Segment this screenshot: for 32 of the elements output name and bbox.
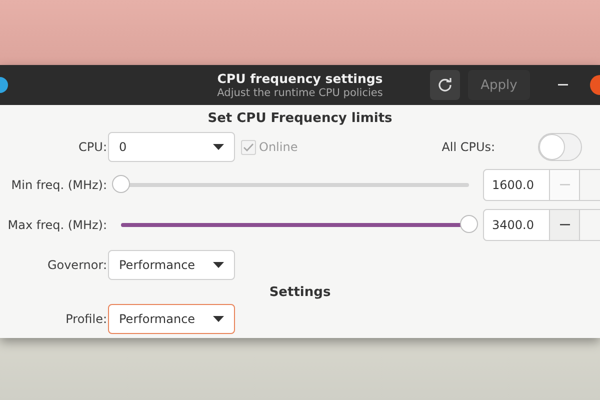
slider-label: Max freq. (MHz):	[6, 218, 107, 232]
refresh-button[interactable]	[430, 70, 460, 100]
slider-label: Min freq. (MHz):	[10, 178, 107, 192]
caret-icon	[213, 144, 224, 150]
refresh-icon	[438, 78, 452, 92]
slider-handle[interactable]	[460, 215, 478, 233]
app-icon	[0, 77, 8, 93]
cpu-label: CPU:	[78, 140, 107, 154]
minus-icon	[560, 184, 570, 186]
all-cpus-switch[interactable]	[538, 133, 582, 161]
minus-icon	[560, 224, 570, 226]
section-heading: Settings	[268, 284, 332, 302]
section-heading: Set CPU Frequency limits	[206, 110, 394, 128]
minimize-icon[interactable]	[558, 84, 568, 86]
window-subtitle: Adjust the runtime CPU policies	[217, 87, 383, 99]
close-icon[interactable]	[590, 75, 600, 95]
frequency-input[interactable]: 1600.0	[483, 169, 550, 201]
dropdown[interactable]: Performance	[108, 304, 235, 334]
decrement-button[interactable]	[550, 209, 580, 241]
window-title: CPU frequency settings	[217, 71, 383, 86]
frequency-input[interactable]: 3400.0	[483, 209, 550, 241]
governor-label: Governor:	[46, 258, 107, 272]
caret-icon	[213, 316, 224, 322]
profile-label: Profile:	[64, 312, 107, 326]
dropdown[interactable]: Performance	[108, 250, 235, 280]
increment-button[interactable]	[580, 169, 600, 201]
all-cpus-label: All CPUs:	[442, 140, 496, 154]
dropdown[interactable]: 0	[108, 132, 235, 162]
increment-button[interactable]	[580, 209, 600, 241]
caret-icon	[213, 262, 224, 268]
slider-handle[interactable]	[112, 175, 130, 193]
online-label: Online	[259, 140, 298, 154]
